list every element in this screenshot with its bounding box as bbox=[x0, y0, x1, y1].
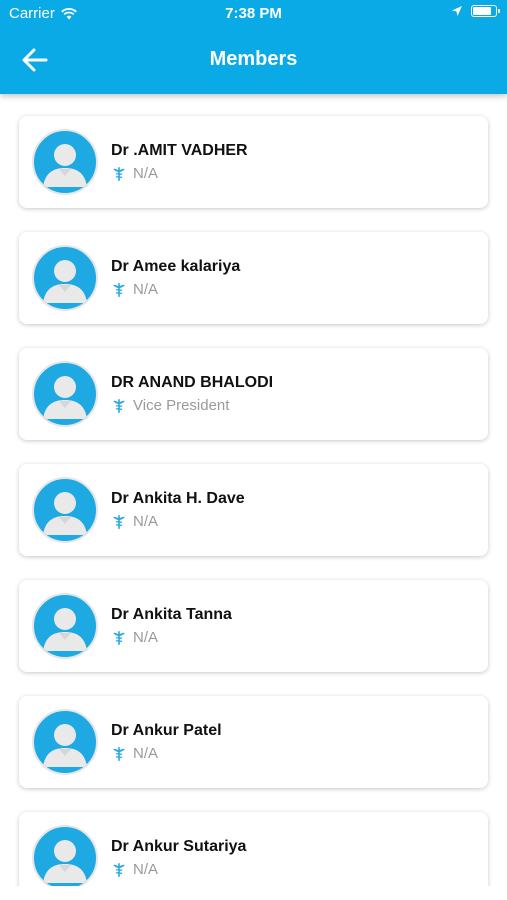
caduceus-icon bbox=[113, 282, 125, 297]
member-role-label: N/A bbox=[133, 745, 159, 762]
member-card[interactable]: Dr Ankita H. Dave N/A bbox=[19, 464, 488, 556]
member-card[interactable]: Dr .AMIT VADHER N/A bbox=[19, 116, 488, 208]
member-name: Dr Ankur Sutariya bbox=[111, 838, 247, 855]
avatar bbox=[32, 129, 98, 195]
member-name: Dr Ankita Tanna bbox=[111, 606, 232, 623]
location-arrow-icon bbox=[452, 6, 462, 16]
member-name: DR ANAND BHALODI bbox=[111, 374, 274, 391]
caduceus-icon bbox=[113, 746, 125, 761]
member-role: N/A bbox=[111, 745, 158, 762]
member-card[interactable]: Dr Amee kalariya N/A bbox=[19, 232, 488, 324]
caduceus-icon bbox=[113, 630, 125, 645]
member-card[interactable]: Dr Ankur Patel N/A bbox=[19, 696, 488, 788]
caduceus-icon bbox=[113, 398, 125, 413]
members-list[interactable]: Dr .AMIT VADHER N/A Dr Amee kalariya N/A… bbox=[0, 94, 507, 886]
user-placeholder-icon bbox=[43, 724, 87, 767]
member-name: Dr .AMIT VADHER bbox=[111, 142, 248, 159]
member-role-label: N/A bbox=[133, 165, 159, 182]
page-title: Members bbox=[209, 48, 298, 70]
member-card[interactable]: Dr Ankur Sutariya N/A bbox=[19, 812, 488, 886]
user-placeholder-icon bbox=[43, 144, 87, 187]
member-role-label: N/A bbox=[133, 629, 159, 646]
member-role: N/A bbox=[111, 165, 158, 182]
user-placeholder-icon bbox=[43, 840, 87, 883]
caduceus-icon bbox=[113, 514, 125, 529]
bottom-safe-area bbox=[0, 886, 507, 900]
member-name: Dr Ankur Patel bbox=[111, 722, 222, 739]
user-placeholder-icon bbox=[43, 492, 87, 535]
member-role-label: N/A bbox=[133, 281, 159, 298]
member-role: N/A bbox=[111, 629, 158, 646]
battery-icon bbox=[471, 5, 500, 17]
status-right bbox=[451, 5, 500, 17]
avatar bbox=[32, 361, 98, 427]
avatar bbox=[32, 593, 98, 659]
member-role: N/A bbox=[111, 513, 158, 530]
member-card[interactable]: Dr Ankita Tanna N/A bbox=[19, 580, 488, 672]
avatar bbox=[32, 477, 98, 543]
member-role: N/A bbox=[111, 861, 158, 878]
member-name: Dr Ankita H. Dave bbox=[111, 490, 245, 507]
member-role-label: Vice President bbox=[133, 397, 230, 414]
caduceus-icon bbox=[113, 862, 125, 877]
member-card[interactable]: DR ANAND BHALODI Vice President bbox=[19, 348, 488, 440]
navigation-bar: Members bbox=[0, 36, 507, 84]
user-placeholder-icon bbox=[43, 608, 87, 651]
avatar bbox=[32, 245, 98, 311]
app-header: Carrier 7:38 PM Members bbox=[0, 0, 507, 94]
member-role: Vice President bbox=[111, 397, 229, 414]
status-time: 7:38 PM bbox=[225, 5, 282, 22]
member-role-label: N/A bbox=[133, 513, 159, 530]
avatar bbox=[32, 825, 98, 886]
user-placeholder-icon bbox=[43, 376, 87, 419]
member-role-label: N/A bbox=[133, 861, 159, 878]
member-role: N/A bbox=[111, 281, 158, 298]
caduceus-icon bbox=[113, 166, 125, 181]
avatar bbox=[32, 709, 98, 775]
user-placeholder-icon bbox=[43, 260, 87, 303]
status-bar: Carrier 7:38 PM bbox=[0, 0, 507, 28]
member-name: Dr Amee kalariya bbox=[111, 258, 241, 275]
